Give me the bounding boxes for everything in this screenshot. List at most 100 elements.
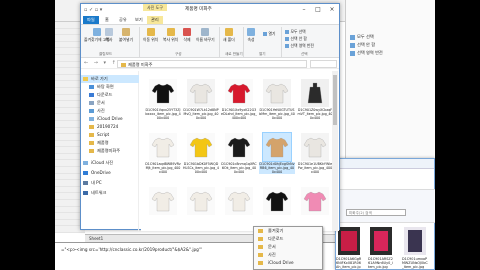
second-window-titlebar xyxy=(336,159,434,169)
thumbnail[interactable] xyxy=(404,227,426,255)
search-input[interactable] xyxy=(310,60,337,68)
copy-button[interactable]: 복사 xyxy=(105,28,113,43)
context-menu-item[interactable]: 다운로드 xyxy=(254,235,322,243)
thumbnail-image xyxy=(187,187,215,215)
file-name: D1C901c8nmq1qXRC6Ok_item_pic.jpg_400x400 xyxy=(221,162,257,175)
shirt-image xyxy=(227,83,251,104)
minimize-icon[interactable]: – xyxy=(297,4,311,15)
nav-item-label: 문서 xyxy=(97,100,105,105)
file-item[interactable]: D1C901aqdBWB9VRzMJt_item_pic.jpg_400x400 xyxy=(145,133,181,185)
title-bar: ▫ ✓ ▫ ▾ 사진 도구 제품명 미화주 – □ × xyxy=(81,4,339,16)
file-item[interactable]: D1C901Z0wyXCbzqFmVT_item_pic.jpg_400x400 xyxy=(297,79,333,131)
invert-selection-button-bg[interactable]: 선택 영역 반전 xyxy=(350,50,383,56)
pin-icon xyxy=(92,28,101,36)
thumbnail-image xyxy=(301,133,329,161)
maximize-icon[interactable]: □ xyxy=(311,4,325,15)
file-item[interactable] xyxy=(183,187,219,239)
file-item[interactable]: D1C901Vqxx25YT3ZJbxxxx_item_pic.jpg_400x… xyxy=(145,79,181,131)
folder-move-icon xyxy=(146,28,155,36)
close-icon[interactable]: × xyxy=(325,4,339,15)
file-item[interactable]: D1C901bDK0F5WQDHLSCs_item_pic.jpg_400x40… xyxy=(183,133,219,185)
context-menu-item[interactable]: 문서 xyxy=(254,243,322,251)
file-caption: D1C901A6GgR6NiFKx081R06Ah_item_pic.jpg xyxy=(336,257,362,270)
quick-access-toolbar[interactable]: ▫ ✓ ▫ ▾ xyxy=(84,7,102,13)
tab-file[interactable]: 파일 xyxy=(83,16,99,24)
file-name: D1C901Z0wyXCbzqFmVT_item_pic.jpg_400x400 xyxy=(297,108,333,121)
nav-arrows[interactable]: ← → ▾ ↑ xyxy=(84,60,118,66)
nav-item[interactable]: 사진 xyxy=(81,107,139,115)
thumbnail[interactable] xyxy=(338,227,360,255)
file-item[interactable] xyxy=(145,187,181,239)
nav-item[interactable]: 제품명 xyxy=(81,139,139,147)
rename-button[interactable]: 이름 바꾸기 xyxy=(196,28,215,43)
file-item[interactable]: D1C901YeNXGTUTUSbMm_item_pic.jpg_400x400 xyxy=(259,79,295,131)
copy-to-button[interactable]: 복사 위치 xyxy=(163,28,178,43)
file-item[interactable]: D1C901c8nmq1qXRC6Ok_item_pic.jpg_400x400 xyxy=(221,133,257,185)
context-menu-item[interactable]: 즐겨찾기 xyxy=(254,227,322,235)
context-menu-label: 문서 xyxy=(268,244,276,249)
second-window-search[interactable]: 미화주(2) 검색 xyxy=(346,209,406,216)
open-button[interactable]: 열기 xyxy=(263,31,276,37)
nav-item-label: OneDrive xyxy=(91,170,111,175)
file-item[interactable] xyxy=(221,187,257,239)
navigation-pane: 바로 가기 바탕 화면다운로드 문서사진 iCloud Drive 20190724 Sc… xyxy=(81,71,139,231)
scrollbar[interactable] xyxy=(332,71,338,231)
second-explorer-window: 미화주(2) 검색 D1C901A6GgR6NiFKx081R06Ah_item… xyxy=(335,158,435,270)
nav-item[interactable]: 20190724 xyxy=(81,123,139,131)
nav-item[interactable]: 제품명미화주 xyxy=(81,147,139,155)
folder-icon xyxy=(121,62,126,67)
folder-icon xyxy=(83,181,88,185)
address-bar[interactable]: 제품명 미화주 xyxy=(117,60,307,68)
nav-item[interactable]: iCloud 사진 xyxy=(81,159,139,167)
thumbnail-image xyxy=(262,132,292,162)
invert-selection-button[interactable]: 선택 영역 반전 xyxy=(285,43,314,49)
folder-icon xyxy=(89,85,94,89)
thumbnail-image xyxy=(187,79,215,107)
tab-share[interactable]: 공유 xyxy=(115,16,131,24)
divider xyxy=(219,27,220,57)
shirt-image xyxy=(265,83,289,104)
nav-item[interactable]: 네트워크 xyxy=(81,189,139,197)
nav-item[interactable]: iCloud Drive xyxy=(81,115,139,123)
delete-button[interactable]: 삭제 xyxy=(183,28,191,43)
scrollbar-thumb[interactable] xyxy=(333,75,337,125)
tab-view[interactable]: 보기 xyxy=(131,16,147,24)
new-folder-button[interactable]: 새 폴더 xyxy=(223,28,235,43)
folder-icon xyxy=(83,77,88,81)
nav-item[interactable]: 바탕 화면 xyxy=(81,83,139,91)
folder-icon xyxy=(258,261,263,265)
tab-manage[interactable]: 관리 xyxy=(147,16,163,24)
move-to-button[interactable]: 이동 위치 xyxy=(143,28,158,43)
select-all-button-bg[interactable]: 모두 선택 xyxy=(350,34,374,40)
folder-icon xyxy=(83,191,88,195)
context-menu-label: 즐겨찾기 xyxy=(268,228,284,233)
file-item[interactable]: D1C901Xx9yxK22G3eDLxhd_item_pic.jpg_400x… xyxy=(221,79,257,131)
nav-item[interactable]: Script xyxy=(81,131,139,139)
file-item[interactable]: D1C901e1UBKkYWlePw_item_pic.jpg_400x400 xyxy=(297,133,333,185)
thumbnail-image xyxy=(263,79,291,107)
select-all-button[interactable]: 모두 선택 xyxy=(285,29,306,35)
context-menu-item[interactable]: iCloud Drive xyxy=(254,259,322,267)
shirt-image xyxy=(265,137,289,158)
file-caption: D1C901umxoPMWZUNsOJ0bC_item_pic.jpg xyxy=(402,257,428,269)
context-menu-item[interactable]: 사진 xyxy=(254,251,322,259)
folder-icon xyxy=(258,237,263,241)
thumbnail[interactable] xyxy=(370,227,392,255)
properties-button[interactable]: 속성 xyxy=(247,28,255,43)
folder-copy-icon xyxy=(166,28,175,36)
copy-icon xyxy=(105,28,113,36)
nav-item-label: 바탕 화면 xyxy=(97,84,114,89)
select-none-button[interactable]: 선택 안 함 xyxy=(285,36,307,42)
select-none-button-bg[interactable]: 선택 안 함 xyxy=(350,42,375,48)
file-item[interactable]: D1C901W7Lk12d8NPMvQ_item_pic.jpg_400x400 xyxy=(183,79,219,131)
nav-item[interactable]: 문서 xyxy=(81,99,139,107)
nav-item[interactable]: 바로 가기 xyxy=(81,75,139,83)
paste-button[interactable]: 붙여넣기 xyxy=(119,28,133,43)
nav-item[interactable]: 내 PC xyxy=(81,179,139,187)
shirt-image xyxy=(189,83,213,104)
nav-item[interactable]: 다운로드 xyxy=(81,91,139,99)
nav-item[interactable]: OneDrive xyxy=(81,169,139,177)
tab-home[interactable]: 홈 xyxy=(101,16,113,24)
file-item[interactable]: D1C901d0hjExgShNvRB6_item_pic.jpg_400x40… xyxy=(259,132,295,185)
divider xyxy=(139,27,140,57)
